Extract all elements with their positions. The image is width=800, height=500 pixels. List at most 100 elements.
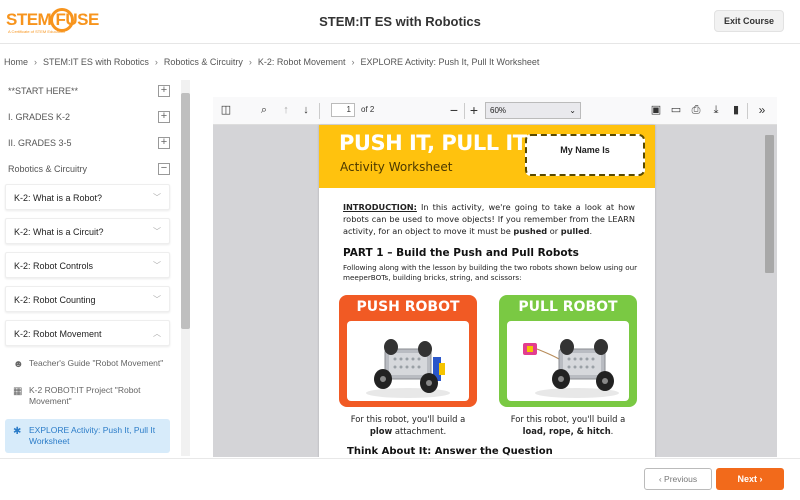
previous-button[interactable]: ‹ Previous [644, 468, 712, 490]
pull-caption-line1: For this robot, you'll build a [510, 414, 626, 424]
chevron-down-icon: ⌄ [569, 106, 576, 115]
intro-end: . [589, 226, 593, 236]
presentation-icon[interactable]: ▣ [649, 103, 663, 117]
chevron-down-icon: ﹀ [153, 193, 161, 202]
app-header: STEM FUSE A Certificate of STEM Educatio… [0, 0, 800, 44]
chevron-down-icon: ﹀ [153, 295, 161, 304]
sidebar-section-label: Robotics & Circuitry [8, 164, 88, 174]
sidebar-subitem-label: Teacher's Guide "Robot Movement" [29, 358, 164, 368]
breadcrumb-unit[interactable]: Robotics & Circuitry [164, 57, 243, 67]
pdf-toolbar: ◫ ⌕ ↑ ↓ 1 of 2 − + 60% ⌄ ▣ ▭ ⎙ ⤓ ▮ » [213, 97, 777, 125]
bookmark-icon[interactable]: ▮ [729, 103, 743, 117]
sidebar-section-grades-3-5[interactable]: II. GRADES 3-5 + [0, 132, 180, 158]
expand-icon[interactable]: + [158, 137, 170, 149]
breadcrumb-course[interactable]: STEM:IT ES with Robotics [43, 57, 149, 67]
more-tools-icon[interactable]: » [755, 103, 769, 117]
sidebar-subitem-robotit-project[interactable]: ▦ K-2 ROBOT:IT Project "Robot Movement" [5, 379, 170, 413]
chevron-right-icon: › [351, 57, 355, 67]
arrow-down-icon[interactable]: ↓ [299, 103, 313, 117]
chevron-right-icon: › [248, 57, 252, 67]
expand-icon[interactable]: + [158, 111, 170, 123]
grid-icon: ▦ [13, 386, 23, 397]
arrow-up-icon[interactable]: ↑ [279, 103, 293, 117]
palette-icon: ✱ [13, 426, 22, 437]
intro-label: INTRODUCTION: [343, 202, 417, 212]
sidebar-item-label: K-2: What is a Circuit? [14, 227, 104, 237]
sidebar-item-label: K-2: What is a Robot? [14, 193, 103, 203]
intro-pulled: pulled [560, 226, 590, 236]
part1-title: PART 1 – Build the Push and Pull Robots [343, 247, 579, 259]
push-caption-end: attachment. [392, 426, 447, 436]
toolbar-divider [747, 103, 748, 119]
page-number-input[interactable]: 1 [331, 103, 355, 117]
push-robot-caption: For this robot, you'll build a plow atta… [339, 413, 477, 437]
pdf-page: PUSH IT, PULL IT! Activity Worksheet My … [319, 125, 655, 457]
sidebar-subitem-explore-activity[interactable]: ✱ EXPLORE Activity: Push It, Pull It Wor… [5, 419, 170, 453]
print-icon[interactable]: ⎙ [689, 103, 703, 117]
pull-robot-card: PULL ROBOT [499, 295, 637, 407]
worksheet-intro: INTRODUCTION: In this activity, we're go… [343, 201, 635, 237]
push-caption-line1: For this robot, you'll build a [350, 414, 466, 424]
sidebar-subitem-label: K-2 ROBOT:IT Project "Robot Movement" [29, 385, 141, 406]
sidebar-subitem-teachers-guide[interactable]: ☻ Teacher's Guide "Robot Movement" [5, 352, 170, 375]
sidebar-section-robotics[interactable]: Robotics & Circuitry − [0, 158, 180, 184]
page-count: of 2 [361, 105, 375, 114]
breadcrumb-lesson[interactable]: K-2: Robot Movement [258, 57, 346, 67]
lesson-footer: ‹ Previous Next › [0, 458, 800, 500]
exit-course-button[interactable]: Exit Course [714, 10, 784, 32]
worksheet-subtitle: Activity Worksheet [340, 160, 453, 174]
part1-description: Following along with the lesson by build… [343, 263, 638, 282]
toolbar-divider [464, 103, 465, 119]
sidebar-item-label: K-2: Robot Controls [14, 261, 94, 271]
push-robot-card: PUSH ROBOT [339, 295, 477, 407]
sidebar-item-robot-counting[interactable]: K-2: Robot Counting ﹀ [5, 286, 170, 312]
collapse-icon[interactable]: − [158, 163, 170, 175]
sidebar-subitem-label: EXPLORE Activity: Push It, Pull It Works… [29, 425, 156, 446]
sidebar-item-robot-movement[interactable]: K-2: Robot Movement ︿ [5, 320, 170, 346]
worksheet-title: PUSH IT, PULL IT! [339, 131, 536, 155]
intro-pushed: pushed [513, 226, 548, 236]
pull-robot-image [507, 321, 629, 401]
open-file-icon[interactable]: ▭ [669, 103, 683, 117]
pdf-viewer[interactable]: ◫ ⌕ ↑ ↓ 1 of 2 − + 60% ⌄ ▣ ▭ ⎙ ⤓ ▮ » PUS… [213, 97, 777, 457]
breadcrumb-home[interactable]: Home [4, 57, 28, 67]
chevron-down-icon: ﹀ [153, 227, 161, 236]
pdf-scrollbar-thumb[interactable] [765, 135, 774, 273]
pull-robot-title: PULL ROBOT [518, 299, 618, 315]
sidebar-item-what-is-circuit[interactable]: K-2: What is a Circuit? ﹀ [5, 218, 170, 244]
sidebar-section-grades-k2[interactable]: I. GRADES K-2 + [0, 106, 180, 132]
sidebar-item-robot-controls[interactable]: K-2: Robot Controls ﹀ [5, 252, 170, 278]
course-title: STEM:IT ES with Robotics [319, 14, 481, 29]
chevron-up-icon: ︿ [153, 329, 161, 338]
intro-or: or [547, 226, 561, 236]
pull-robot-illustration [523, 339, 619, 398]
push-robot-title: PUSH ROBOT [356, 299, 460, 315]
sidebar-item-what-is-robot[interactable]: K-2: What is a Robot? ﹀ [5, 184, 170, 210]
next-button[interactable]: Next › [716, 468, 784, 490]
sidebar-section-label: I. GRADES K-2 [8, 112, 71, 122]
pull-robot-caption: For this robot, you'll build a load, rop… [499, 413, 637, 437]
zoom-select[interactable]: 60% ⌄ [485, 102, 581, 119]
search-icon[interactable]: ⌕ [257, 103, 271, 117]
sidebar-section-label: II. GRADES 3-5 [8, 138, 72, 148]
zoom-value: 60% [490, 106, 507, 115]
push-robot-illustration [366, 339, 450, 398]
worksheet-banner: PUSH IT, PULL IT! Activity Worksheet My … [319, 125, 655, 188]
download-icon[interactable]: ⤓ [709, 103, 723, 117]
sidebar-toggle-icon[interactable]: ◫ [219, 103, 233, 117]
push-robot-image [347, 321, 469, 401]
chevron-down-icon: ﹀ [153, 261, 161, 270]
chevron-right-icon: › [34, 57, 38, 67]
think-about-it-title: Think About It: Answer the Question [347, 446, 553, 457]
zoom-in-icon[interactable]: + [467, 103, 481, 117]
expand-icon[interactable]: + [158, 85, 170, 97]
logo-subtitle: A Certificate of STEM Education [8, 29, 66, 34]
breadcrumb: Home › STEM:IT ES with Robotics › Roboti… [4, 55, 539, 69]
push-caption-bold: plow [369, 426, 393, 436]
chevron-right-icon: › [154, 57, 158, 67]
zoom-out-icon[interactable]: − [447, 103, 461, 117]
pull-caption-bold: load, rope, & hitch [522, 426, 611, 436]
sidebar-scrollbar-thumb[interactable] [181, 93, 190, 329]
pull-caption-end: . [610, 426, 614, 436]
sidebar-section-start-here[interactable]: **START HERE** + [0, 80, 180, 106]
